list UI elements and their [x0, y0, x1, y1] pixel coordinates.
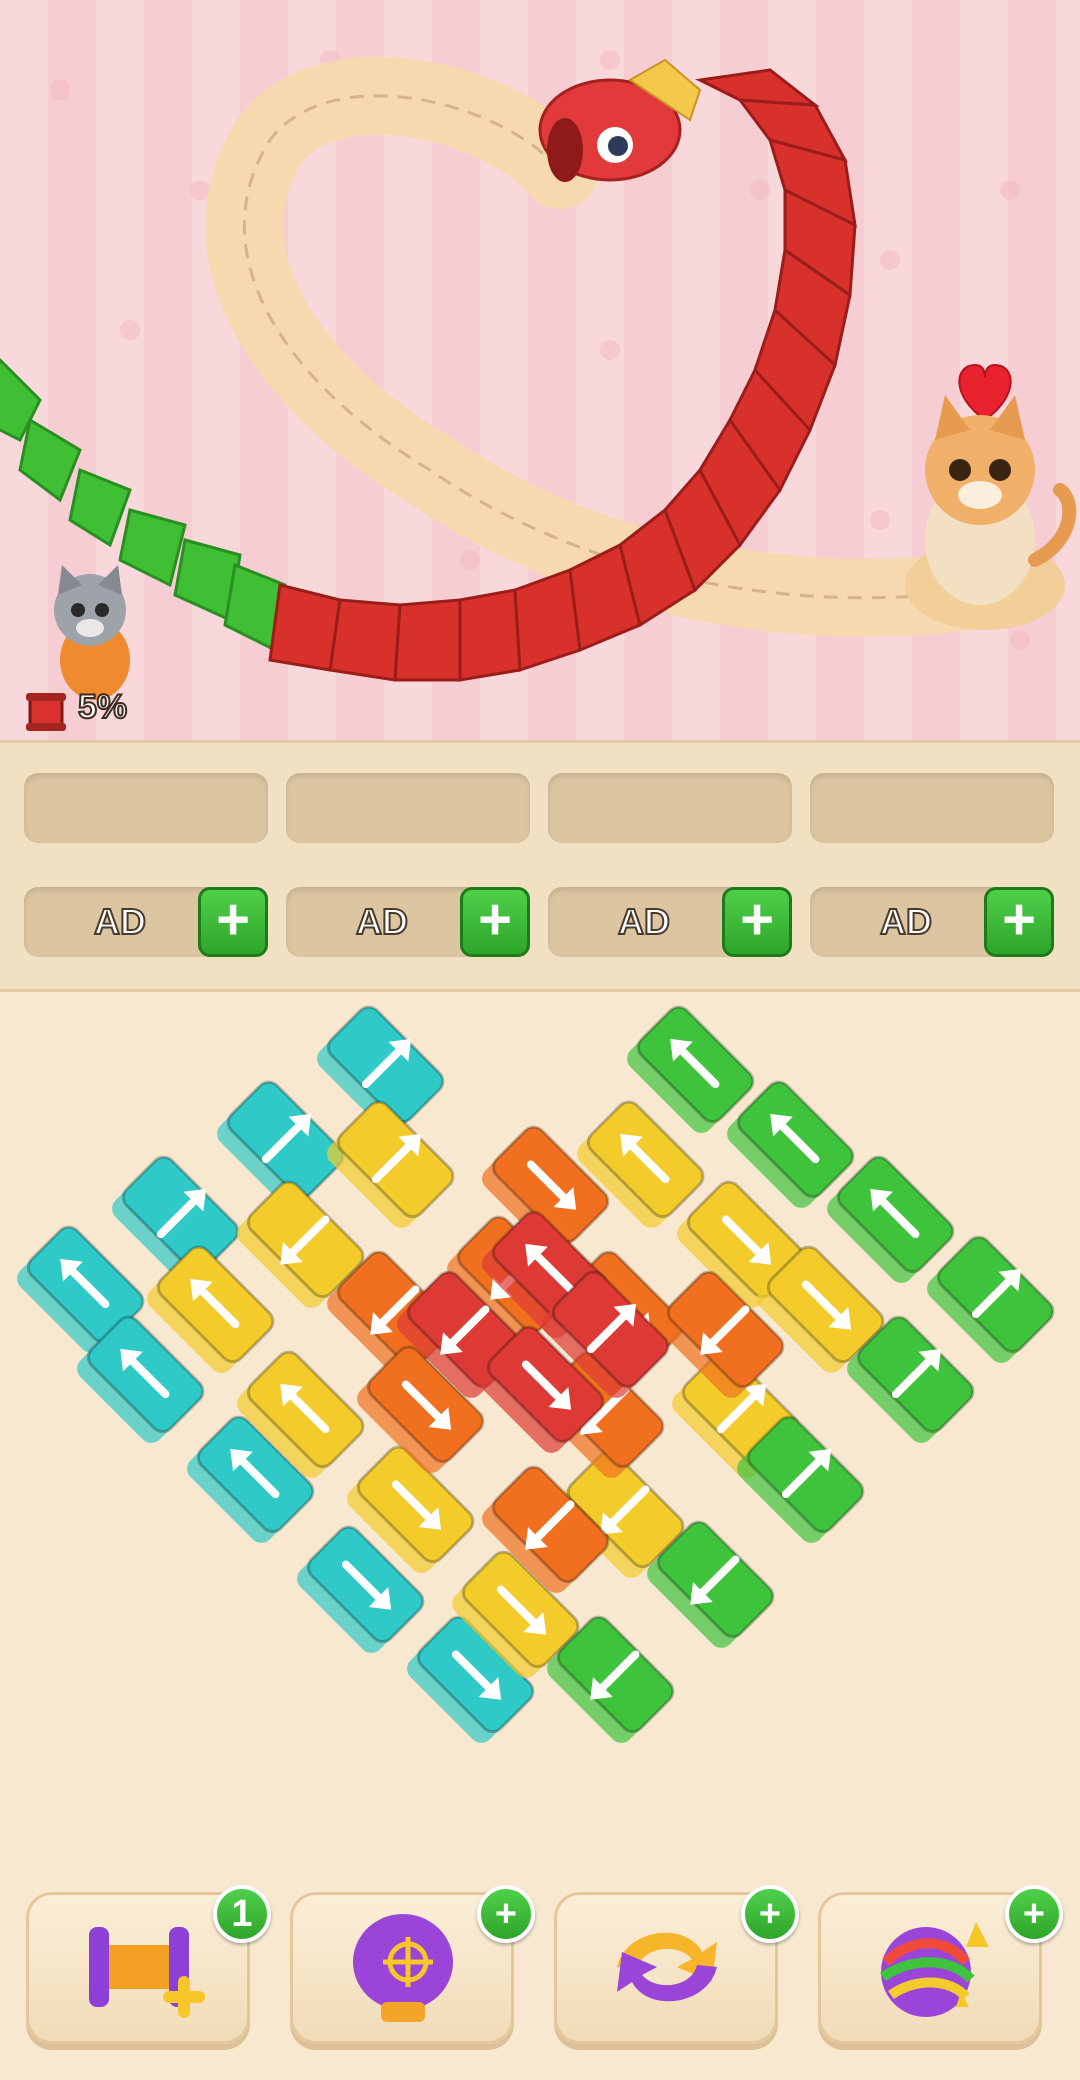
tile-tray: AD + AD + AD + AD +	[0, 740, 1080, 992]
ad-slot-1[interactable]: AD +	[24, 887, 268, 957]
ad-slot-2[interactable]: AD +	[286, 887, 530, 957]
tray-slot-2	[286, 773, 530, 843]
yarn-ball-booster-button[interactable]: +	[818, 1885, 1063, 2044]
add-slot-button[interactable]: +	[460, 887, 530, 957]
add-slot-button[interactable]: +	[198, 887, 268, 957]
add-slot-button[interactable]: +	[722, 887, 792, 957]
punch-booster-button[interactable]: +	[290, 1885, 535, 2044]
puzzle-board	[0, 990, 1080, 1870]
tray-slot-3	[548, 773, 792, 843]
spool-booster-button[interactable]: 1	[26, 1885, 271, 2044]
snake-head	[538, 58, 702, 182]
booster-count-badge: 1	[213, 1885, 271, 1943]
ad-label: AD	[617, 900, 671, 943]
player-cat-avatar	[54, 565, 130, 700]
yarn-tile-yellow[interactable]	[322, 1094, 461, 1233]
booster-bar: 1 + + +	[0, 1880, 1080, 2080]
ad-slot-4[interactable]: AD +	[810, 887, 1054, 957]
green-yarn-snake	[0, 357, 287, 653]
level-progress: 5%	[77, 687, 128, 727]
boxing-glove-icon	[353, 1914, 453, 2022]
level-scene: 5%	[0, 0, 1080, 740]
shuffle-icon	[617, 1932, 717, 2002]
tile-board	[17, 1005, 1061, 1743]
yarn-tile-green[interactable]	[922, 1229, 1061, 1368]
spool-booster-icon	[89, 1927, 205, 2018]
add-booster-badge[interactable]: +	[477, 1885, 535, 1943]
ad-label: AD	[93, 900, 147, 943]
add-slot-button[interactable]: +	[984, 887, 1054, 957]
tray-slot-1	[24, 773, 268, 843]
yarn-ball-icon	[880, 1922, 989, 2017]
tray-slot-4	[810, 773, 1054, 843]
ad-label: AD	[879, 900, 933, 943]
ad-label: AD	[355, 900, 409, 943]
spool-icon	[26, 693, 66, 731]
ad-slot-3[interactable]: AD +	[548, 887, 792, 957]
add-booster-badge[interactable]: +	[741, 1885, 799, 1943]
add-booster-badge[interactable]: +	[1005, 1885, 1063, 1943]
shuffle-booster-button[interactable]: +	[554, 1885, 799, 2044]
heart-icon	[958, 363, 1012, 422]
